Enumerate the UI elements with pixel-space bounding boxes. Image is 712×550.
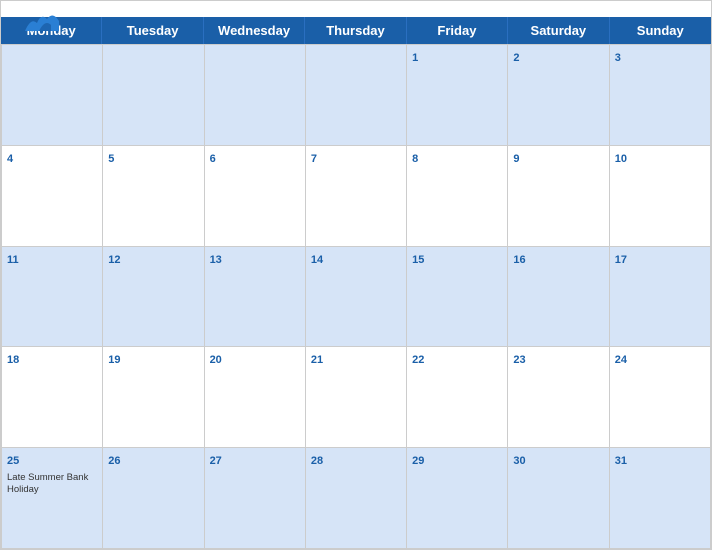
date-number: 16 <box>513 254 525 266</box>
cal-cell: 22 <box>407 347 508 448</box>
date-number: 25 <box>7 455 19 467</box>
cal-cell: 21 <box>306 347 407 448</box>
date-number: 28 <box>311 455 323 467</box>
calendar-header <box>1 1 711 17</box>
cal-cell: 5 <box>103 146 204 247</box>
day-header-friday: Friday <box>407 17 508 44</box>
date-number: 5 <box>108 153 114 165</box>
cal-cell: 14 <box>306 247 407 348</box>
date-number: 15 <box>412 254 424 266</box>
cal-cell <box>2 45 103 146</box>
cal-cell: 12 <box>103 247 204 348</box>
cal-cell: 4 <box>2 146 103 247</box>
cal-cell: 29 <box>407 448 508 549</box>
cal-cell: 10 <box>610 146 711 247</box>
cal-cell: 27 <box>205 448 306 549</box>
cal-cell: 7 <box>306 146 407 247</box>
date-number: 22 <box>412 354 424 366</box>
date-number: 8 <box>412 153 418 165</box>
date-number: 21 <box>311 354 323 366</box>
date-number: 31 <box>615 455 627 467</box>
date-number: 2 <box>513 52 519 64</box>
cal-cell: 30 <box>508 448 609 549</box>
date-number: 13 <box>210 254 222 266</box>
cal-cell: 17 <box>610 247 711 348</box>
day-header-saturday: Saturday <box>508 17 609 44</box>
date-number: 7 <box>311 153 317 165</box>
calendar-wrapper: MondayTuesdayWednesdayThursdayFridaySatu… <box>0 0 712 550</box>
cal-cell: 31 <box>610 448 711 549</box>
cal-cell: 3 <box>610 45 711 146</box>
day-header-wednesday: Wednesday <box>204 17 305 44</box>
cal-cell: 15 <box>407 247 508 348</box>
cal-cell: 28 <box>306 448 407 549</box>
date-number: 30 <box>513 455 525 467</box>
cal-cell: 20 <box>205 347 306 448</box>
date-number: 18 <box>7 354 19 366</box>
cal-cell: 11 <box>2 247 103 348</box>
date-number: 23 <box>513 354 525 366</box>
date-number: 10 <box>615 153 627 165</box>
date-number: 3 <box>615 52 621 64</box>
date-number: 14 <box>311 254 323 266</box>
cal-cell <box>205 45 306 146</box>
date-number: 11 <box>7 254 19 266</box>
cal-cell: 24 <box>610 347 711 448</box>
cal-cell: 18 <box>2 347 103 448</box>
event-text: Late Summer Bank Holiday <box>7 472 97 497</box>
date-number: 24 <box>615 354 627 366</box>
calendar-grid: 1234567891011121314151617181920212223242… <box>1 44 711 549</box>
logo <box>17 9 21 29</box>
cal-cell: 16 <box>508 247 609 348</box>
date-number: 6 <box>210 153 216 165</box>
cal-cell: 19 <box>103 347 204 448</box>
date-number: 20 <box>210 354 222 366</box>
date-number: 12 <box>108 254 120 266</box>
cal-cell: 13 <box>205 247 306 348</box>
cal-cell: 2 <box>508 45 609 146</box>
cal-cell: 6 <box>205 146 306 247</box>
day-header-tuesday: Tuesday <box>102 17 203 44</box>
cal-cell: 1 <box>407 45 508 146</box>
date-number: 29 <box>412 455 424 467</box>
cal-cell: 9 <box>508 146 609 247</box>
day-header-thursday: Thursday <box>305 17 406 44</box>
cal-cell: 26 <box>103 448 204 549</box>
cal-cell: 23 <box>508 347 609 448</box>
date-number: 19 <box>108 354 120 366</box>
cal-cell <box>306 45 407 146</box>
cal-cell: 25 Late Summer Bank Holiday <box>2 448 103 549</box>
day-header-sunday: Sunday <box>610 17 711 44</box>
date-number: 27 <box>210 455 222 467</box>
date-number: 9 <box>513 153 519 165</box>
date-number: 1 <box>412 52 418 64</box>
date-number: 4 <box>7 153 13 165</box>
date-number: 17 <box>615 254 627 266</box>
date-number: 26 <box>108 455 120 467</box>
cal-cell <box>103 45 204 146</box>
days-header: MondayTuesdayWednesdayThursdayFridaySatu… <box>1 17 711 44</box>
cal-cell: 8 <box>407 146 508 247</box>
